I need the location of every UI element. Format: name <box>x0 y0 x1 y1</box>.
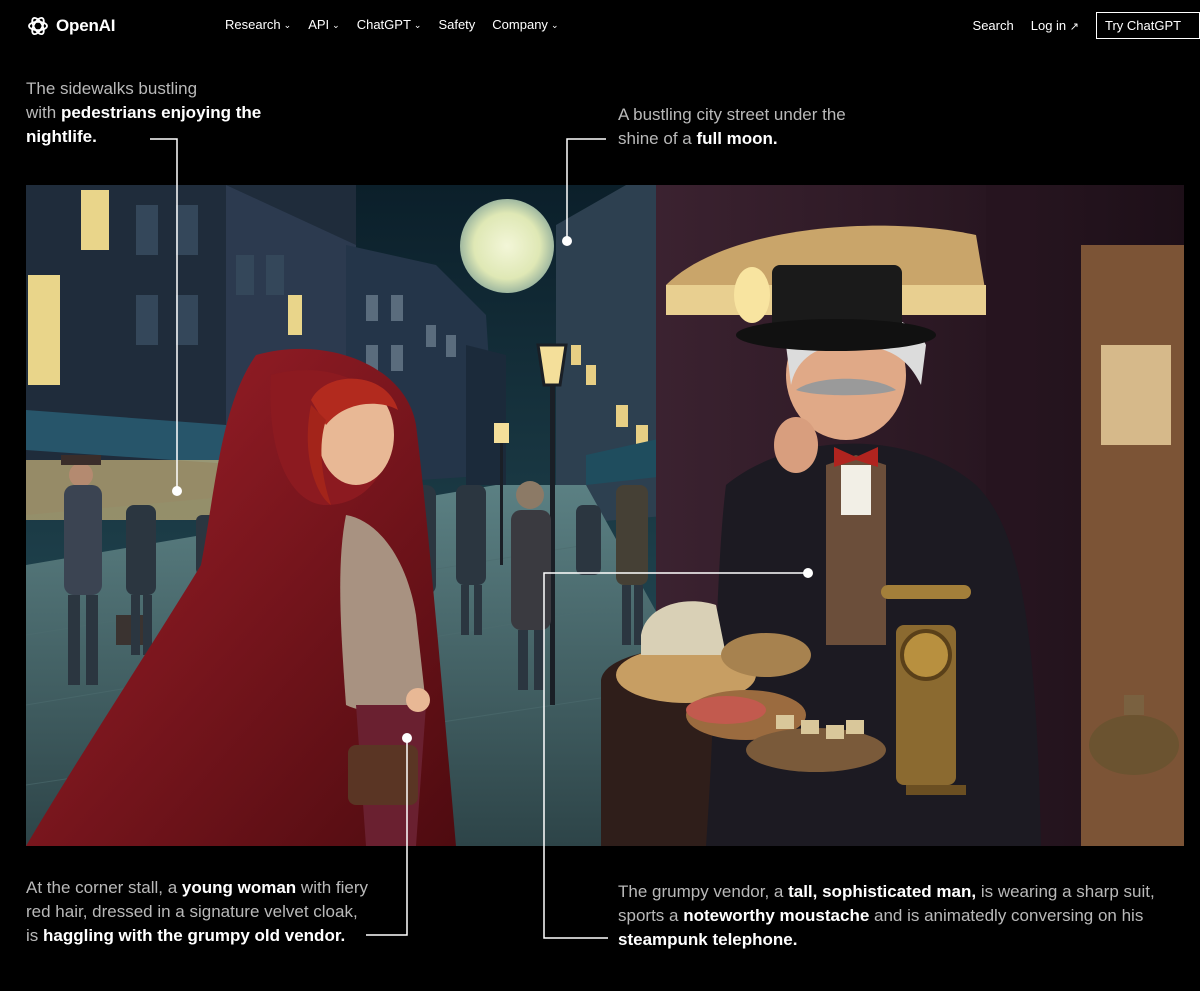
chevron-down-icon: ⌄ <box>283 20 292 30</box>
full-moon <box>460 199 554 293</box>
nav-company-label: Company <box>492 17 548 32</box>
login-label: Log in <box>1030 18 1067 33</box>
nav-research-label: Research <box>225 17 281 32</box>
nav-safety[interactable]: Safety <box>438 17 475 32</box>
nav-company[interactable]: Company ⌄ <box>492 17 558 32</box>
caption-sidewalks-bold: pedestrians enjoying the nightlife. <box>26 103 262 146</box>
try-chatgpt-button[interactable]: Try ChatGPT <box>1096 12 1200 39</box>
caption-vendor: The grumpy vendor, a tall, sophisticated… <box>618 882 1155 949</box>
caption-woman: At the corner stall, a young woman with … <box>26 878 368 945</box>
nav-api[interactable]: API ⌄ <box>308 17 340 32</box>
chevron-down-icon: ⌄ <box>413 20 422 30</box>
nav-chatgpt-label: ChatGPT <box>356 17 411 32</box>
illustration <box>26 185 1184 846</box>
nav-research[interactable]: Research ⌄ <box>225 17 291 32</box>
nav-safety-label: Safety <box>438 17 476 32</box>
caption-moon-bold: full moon. <box>696 129 778 148</box>
chevron-down-icon: ⌄ <box>332 20 340 30</box>
caption-moon: A bustling city street under the shine o… <box>618 105 846 148</box>
caption-sidewalks: The sidewalks bustling with pedestrians … <box>26 79 262 146</box>
nav-chatgpt[interactable]: ChatGPT ⌄ <box>357 17 422 32</box>
openai-logo[interactable]: OpenAI <box>26 14 115 38</box>
chevron-down-icon: ⌄ <box>550 20 559 30</box>
try-chatgpt-label: Try ChatGPT <box>1105 18 1182 33</box>
right-nav: Search Log in ↗ Try ChatGPT <box>973 12 1200 39</box>
external-arrow-icon: ↗ <box>1069 21 1079 33</box>
search-link[interactable]: Search <box>973 18 1014 33</box>
main-nav: Research ⌄ API ⌄ ChatGPT ⌄ Safety Compan… <box>225 17 558 32</box>
login-link[interactable]: Log in ↗ <box>1031 18 1079 33</box>
openai-knot-icon <box>28 17 48 35</box>
logo-text: OpenAI <box>56 16 116 35</box>
nav-api-label: API <box>308 17 330 32</box>
